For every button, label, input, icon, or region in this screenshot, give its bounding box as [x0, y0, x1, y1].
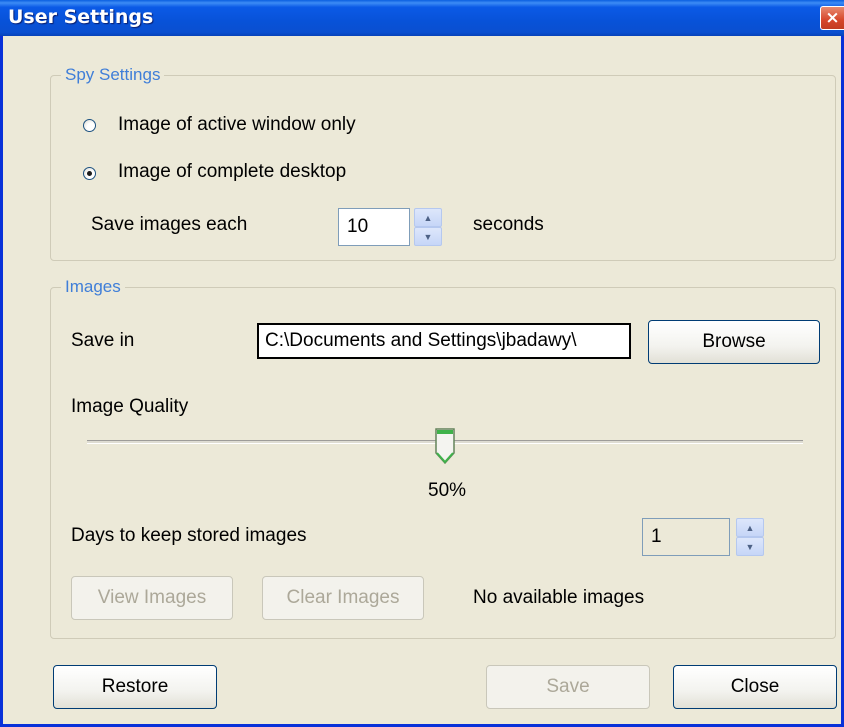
arrow-down-icon[interactable]: ▼: [736, 537, 764, 556]
spy-settings-legend: Spy Settings: [65, 65, 161, 84]
image-quality-label: Image Quality: [71, 396, 189, 417]
restore-button[interactable]: Restore: [53, 665, 217, 709]
save-each-label: Save images each: [91, 214, 248, 235]
images-status-text: No available images: [473, 587, 645, 608]
arrow-down-icon[interactable]: ▼: [414, 227, 442, 246]
slider-thumb-icon[interactable]: [434, 427, 456, 465]
interval-unit-label: seconds: [473, 214, 544, 235]
arrow-up-icon[interactable]: ▲: [736, 518, 764, 537]
title-bar[interactable]: User Settings ×: [0, 0, 844, 36]
days-spinner[interactable]: ▲ ▼: [736, 518, 764, 556]
close-window-button[interactable]: ×: [820, 6, 844, 30]
window-title: User Settings: [8, 6, 154, 28]
interval-input[interactable]: 10: [338, 208, 410, 246]
radio-complete-desktop-label[interactable]: Image of complete desktop: [118, 161, 346, 183]
quality-value-text: 50%: [428, 480, 467, 501]
arrow-up-icon[interactable]: ▲: [414, 208, 442, 227]
close-icon: ×: [825, 8, 840, 28]
view-images-button[interactable]: View Images: [71, 576, 233, 620]
browse-button[interactable]: Browse: [648, 320, 820, 364]
save-button[interactable]: Save: [486, 665, 650, 709]
interval-spinner[interactable]: ▲ ▼: [414, 208, 442, 246]
clear-images-button[interactable]: Clear Images: [262, 576, 424, 620]
radio-complete-desktop[interactable]: [83, 167, 96, 180]
user-settings-window: User Settings × Spy Settings Image of ac…: [0, 0, 844, 727]
radio-active-window-label[interactable]: Image of active window only: [118, 114, 356, 136]
days-input[interactable]: 1: [642, 518, 730, 556]
radio-active-window[interactable]: [83, 119, 96, 132]
save-path-field[interactable]: C:\Documents and Settings\jbadawy\: [257, 323, 631, 359]
save-in-label: Save in: [71, 330, 135, 351]
days-label: Days to keep stored images: [71, 525, 307, 546]
close-button[interactable]: Close: [673, 665, 837, 709]
images-legend: Images: [65, 277, 121, 296]
